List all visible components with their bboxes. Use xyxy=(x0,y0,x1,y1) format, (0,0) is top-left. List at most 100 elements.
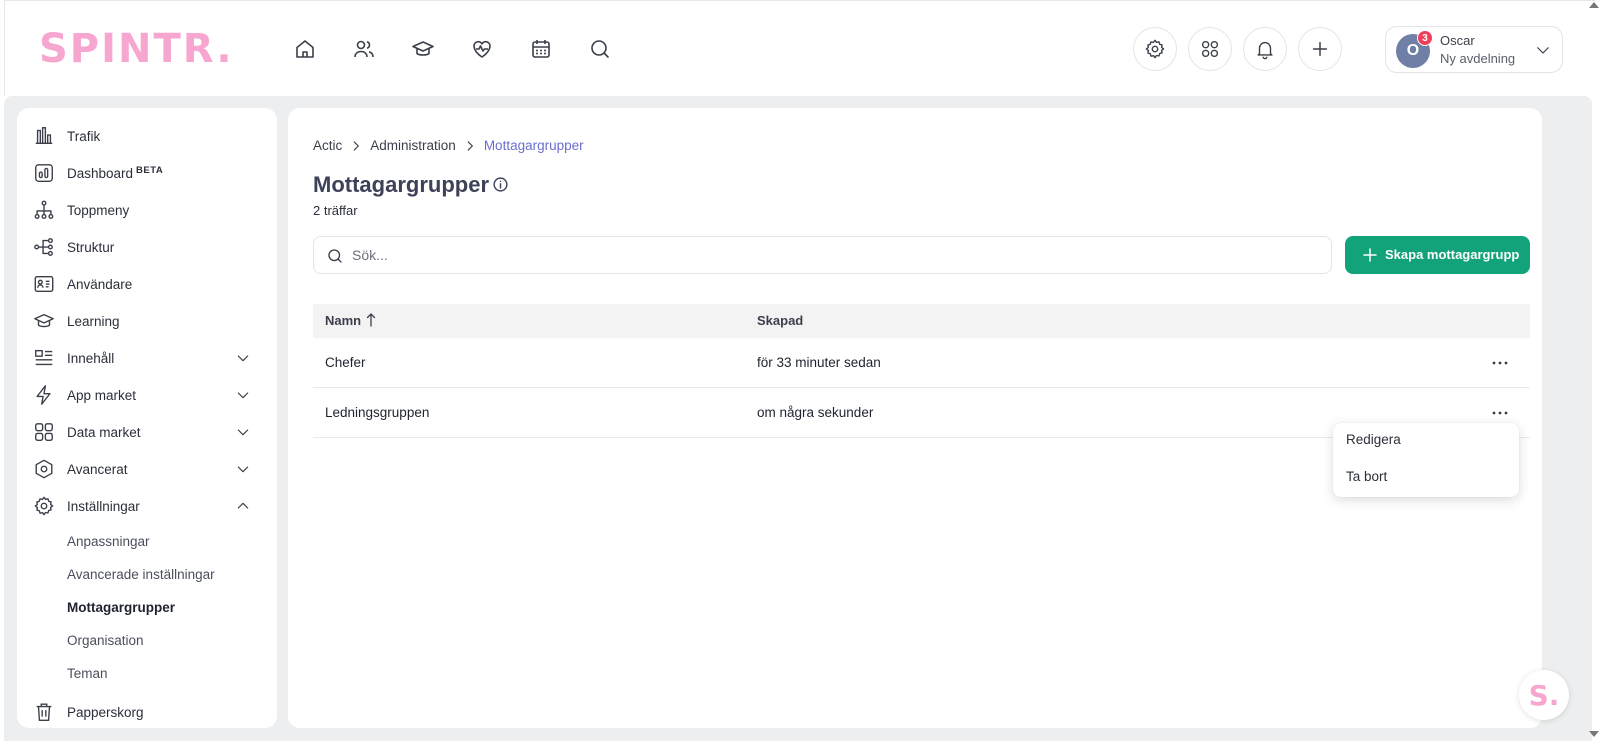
graduation-cap-icon[interactable] xyxy=(393,32,452,66)
spintr-logo[interactable]: SPINTR. xyxy=(39,26,234,72)
sidebar-item-dashboard[interactable]: Dashboard BETA xyxy=(17,154,277,192)
search-icon[interactable] xyxy=(570,32,629,66)
top-navigation xyxy=(275,32,629,66)
chevron-right-icon xyxy=(353,140,360,151)
chevron-down-icon xyxy=(1537,47,1549,54)
apps-button[interactable] xyxy=(1188,27,1232,71)
chevron-down-icon xyxy=(237,429,249,436)
sidebar-subitem-anpassningar[interactable]: Anpassningar xyxy=(67,534,150,549)
sidebar-subitem-organisation[interactable]: Organisation xyxy=(67,633,144,648)
main-panel: Actic Administration Mottagargrupper Mot… xyxy=(288,108,1542,728)
create-button-label: Skapa mottagargrupp xyxy=(1385,247,1520,262)
create-recipient-group-button[interactable]: Skapa mottagargrupp xyxy=(1345,236,1530,274)
sidebar-item-label: Papperskorg xyxy=(67,704,144,720)
sidebar-item-label: Användare xyxy=(67,276,133,292)
sidebar-item-label: Trafik xyxy=(67,128,101,144)
sidebar-item-label: Struktur xyxy=(67,239,115,255)
search-icon xyxy=(328,249,342,263)
column-header-created[interactable]: Skapad xyxy=(757,313,803,328)
dashboard-icon xyxy=(35,164,53,182)
sidebar-item-papperskorg[interactable]: Papperskorg xyxy=(17,693,277,728)
sidebar-subitem-teman[interactable]: Teman xyxy=(67,666,108,681)
user-name: Oscar xyxy=(1440,33,1475,48)
breadcrumb: Actic Administration Mottagargrupper xyxy=(313,138,584,153)
calendar-icon[interactable] xyxy=(511,32,570,66)
sidebar-item-installningar[interactable]: Inställningar xyxy=(17,487,277,525)
menu-item-edit[interactable]: Redigera xyxy=(1346,432,1401,447)
breadcrumb-item[interactable]: Actic xyxy=(313,138,342,153)
trash-icon xyxy=(36,703,52,721)
table-row[interactable]: Chefer för 33 minuter sedan xyxy=(313,338,1530,388)
breadcrumb-item[interactable]: Administration xyxy=(370,138,456,153)
group-name[interactable]: Ledningsgruppen xyxy=(325,405,429,420)
sidebar-item-data-market[interactable]: Data market xyxy=(17,413,277,451)
sidebar-subitem-mottagargrupper[interactable]: Mottagargrupper xyxy=(67,600,175,615)
hexagon-icon xyxy=(35,459,53,479)
sidebar-item-label: Avancerat xyxy=(67,461,128,477)
plus-icon xyxy=(1363,248,1377,262)
sidebar-item-label: Data market xyxy=(67,424,141,440)
content-list-icon xyxy=(35,349,53,366)
table-header: Namn Skapad xyxy=(313,304,1530,338)
result-count: 2 träffar xyxy=(313,203,358,218)
gear-icon xyxy=(34,496,54,516)
sidebar-item-learning[interactable]: Learning xyxy=(17,302,277,340)
sidebar-item-label: Inställningar xyxy=(67,498,140,514)
sidebar-item-label: App market xyxy=(67,387,137,403)
apps-grid-icon xyxy=(1201,40,1219,58)
more-options-icon[interactable] xyxy=(1489,402,1511,424)
row-actions-menu: Redigera Ta bort xyxy=(1333,423,1519,497)
group-created: om några sekunder xyxy=(757,405,874,420)
top-header: SPINTR. O 3 Oscar Ny avdelning xyxy=(4,0,1596,96)
search-field xyxy=(313,236,1332,274)
column-header-name[interactable]: Namn xyxy=(325,313,361,328)
notifications-button[interactable] xyxy=(1243,27,1287,71)
sidebar-item-toppmeny[interactable]: Toppmeny xyxy=(17,191,277,229)
group-name[interactable]: Chefer xyxy=(325,355,366,370)
more-options-icon[interactable] xyxy=(1489,352,1511,374)
sidebar-item-label: Innehåll xyxy=(67,350,115,366)
settings-button[interactable] xyxy=(1133,27,1177,71)
lightning-icon xyxy=(36,385,51,405)
sidebar-item-anvandare[interactable]: Användare xyxy=(17,265,277,303)
user-department: Ny avdelning xyxy=(1440,51,1516,66)
create-new-button[interactable] xyxy=(1298,27,1342,71)
spintr-help-button[interactable]: S. xyxy=(1519,670,1569,720)
sidebar-item-app-market[interactable]: App market xyxy=(17,376,277,414)
chevron-up-icon xyxy=(237,502,249,509)
breadcrumb-current[interactable]: Mottagargrupper xyxy=(484,138,584,153)
scrollbar-down-arrow[interactable] xyxy=(1589,731,1599,737)
beta-badge: BETA xyxy=(136,165,164,176)
info-icon[interactable] xyxy=(492,176,509,193)
chevron-right-icon xyxy=(467,140,473,151)
sort-ascending-icon[interactable] xyxy=(364,312,378,328)
group-created: för 33 minuter sedan xyxy=(757,355,881,370)
sidebar-subitem-avancerade-installningar[interactable]: Avancerade inställningar xyxy=(67,567,215,582)
heart-pulse-icon[interactable] xyxy=(452,32,511,66)
menu-item-delete[interactable]: Ta bort xyxy=(1346,469,1387,484)
chevron-down-icon xyxy=(237,355,249,362)
admin-sidebar: Trafik Dashboard BETA Toppmeny Struktur A… xyxy=(17,108,277,728)
sidebar-item-label: Learning xyxy=(67,313,120,329)
id-card-icon xyxy=(34,275,54,293)
home-icon[interactable] xyxy=(275,32,334,66)
users-icon[interactable] xyxy=(334,32,393,66)
sidebar-item-innehall[interactable]: Innehåll xyxy=(17,339,277,377)
sidebar-item-trafik[interactable]: Trafik xyxy=(17,117,277,155)
plus-icon xyxy=(1312,41,1328,57)
hierarchy-icon xyxy=(34,200,54,219)
grid-icon xyxy=(35,423,53,441)
user-menu[interactable]: O 3 Oscar Ny avdelning xyxy=(1385,26,1563,73)
sidebar-item-struktur[interactable]: Struktur xyxy=(17,228,277,266)
gear-icon xyxy=(1145,39,1165,59)
sidebar-item-label: Toppmeny xyxy=(67,202,130,218)
bar-chart-icon xyxy=(35,127,53,145)
sidebar-item-label: Dashboard xyxy=(67,166,134,181)
column-header-label: Namn xyxy=(325,313,362,328)
search-input[interactable] xyxy=(352,237,1312,273)
scrollbar-up-arrow[interactable] xyxy=(1589,2,1599,8)
sidebar-item-avancerat[interactable]: Avancerat xyxy=(17,450,277,488)
graduation-cap-icon xyxy=(34,313,54,328)
bell-icon xyxy=(1257,41,1273,60)
chevron-down-icon xyxy=(237,466,249,473)
